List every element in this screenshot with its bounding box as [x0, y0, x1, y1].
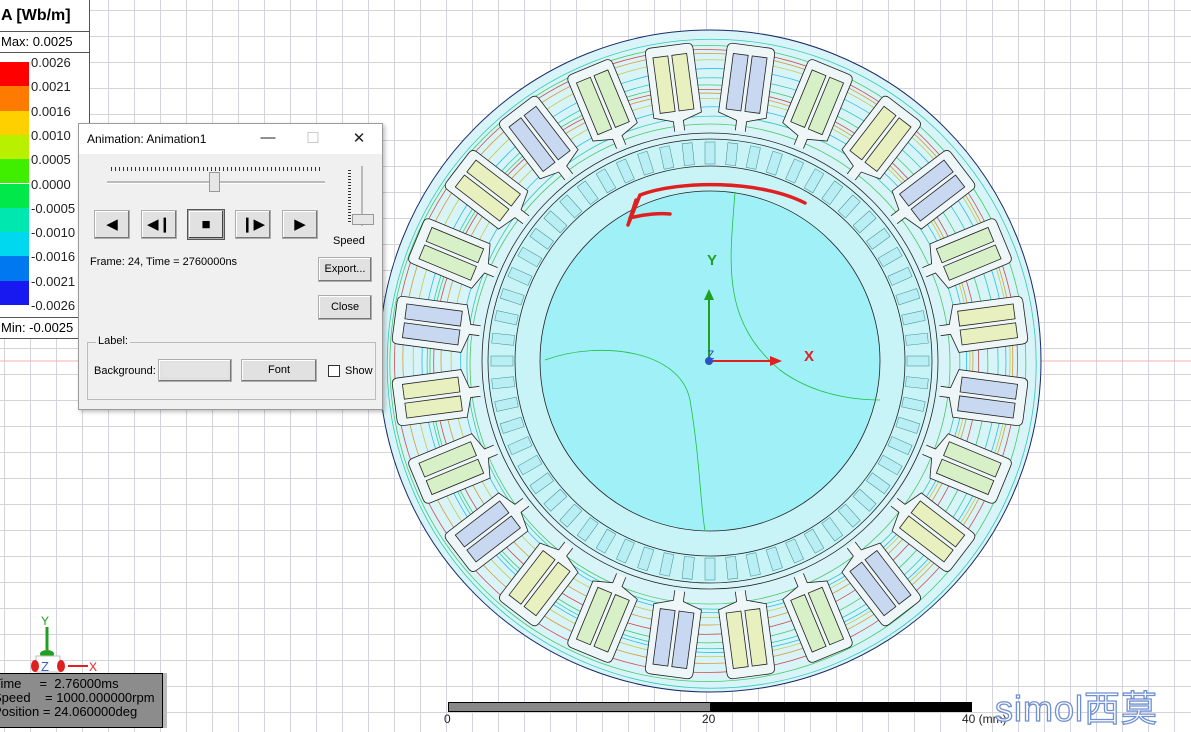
close-window-button[interactable]: ✕ [346, 129, 372, 149]
maximize-button[interactable]: ☐ [300, 129, 326, 149]
legend-min: Min: -0.0025 [0, 317, 89, 338]
frame-slider[interactable] [107, 164, 325, 194]
legend-swatch [0, 86, 29, 111]
font-button[interactable]: Font [241, 359, 317, 382]
speed-slider[interactable] [346, 166, 376, 228]
simol-logo: simol西莫 [994, 687, 1159, 729]
scale-label-0: 0 [444, 712, 451, 726]
legend-level: 0.0021 [31, 79, 71, 95]
export-button[interactable]: Export... [318, 257, 372, 282]
rotor-magnet-segment [681, 142, 695, 166]
close-button[interactable]: Close [318, 295, 372, 320]
rotor-magnet-segment [704, 557, 716, 581]
legend-swatch [0, 62, 29, 87]
legend-swatch [0, 110, 29, 135]
step-back-button[interactable]: ◀❙ [141, 210, 177, 239]
legend-level: -0.0005 [31, 200, 76, 216]
label-group: Label: Background: Font Show [87, 335, 376, 400]
legend-level: -0.0026 [31, 298, 76, 313]
legend-swatch [0, 134, 29, 160]
legend-swatch [0, 280, 29, 305]
rotor-magnet-segment [905, 332, 929, 346]
play-forward-button[interactable]: ▶ [282, 210, 318, 239]
stop-button[interactable]: ■ [188, 210, 224, 239]
rotor-magnet-segment [704, 141, 716, 165]
legend-swatch [0, 232, 29, 257]
speed-label: Speed [333, 235, 365, 247]
legend-level: -0.0010 [31, 225, 76, 241]
rotor-magnet-segment [490, 355, 514, 367]
triad-x-label: X [89, 660, 97, 674]
show-label: Show [345, 365, 373, 377]
legend-level: 0.0005 [31, 152, 71, 168]
animation-dialog: Animation: Animation1 — ☐ ✕ ◀ ◀❙ ■ ❙▶ ▶ Spee… [78, 123, 383, 410]
triad-y-label: Y [41, 614, 49, 628]
scale-label-20: 20 [702, 712, 716, 726]
x-axis-label: X [804, 348, 814, 365]
animation-info-panel: Time = 2.76000ms Speed = 1000.000000rpm Po… [0, 673, 163, 728]
rotor-magnet-segment [725, 142, 739, 166]
position-readout: Position = 24.060000deg [0, 704, 138, 719]
time-readout: Time = 2.76000ms [0, 676, 119, 691]
minimize-button[interactable]: — [255, 129, 281, 149]
legend-level: 0.0000 [31, 176, 71, 192]
scale-bar [448, 702, 972, 712]
rotor-magnet-segment [905, 376, 929, 390]
label-group-title: Label: [96, 335, 130, 347]
legend-swatch [0, 256, 29, 281]
z-axis-label: Z [707, 348, 714, 362]
show-checkbox[interactable] [328, 365, 340, 377]
frame-time-readout: Frame: 24, Time = 2760000ns [90, 256, 238, 268]
speed-slider-thumb[interactable] [352, 214, 374, 225]
legend-swatch [0, 183, 29, 208]
frame-slider-thumb[interactable] [209, 172, 221, 192]
background-color-button[interactable] [158, 359, 232, 382]
legend-level: 0.0010 [31, 127, 71, 143]
legend-level: -0.0016 [31, 249, 76, 265]
triad-z-label: Z [41, 659, 49, 674]
speed-readout: Speed = 1000.000000rpm [0, 690, 155, 705]
rotor-magnet-segment [491, 332, 515, 346]
dialog-titlebar[interactable]: Animation: Animation1 — ☐ ✕ [79, 124, 382, 154]
step-forward-button[interactable]: ❙▶ [235, 210, 271, 239]
rotor-magnet-segment [906, 355, 930, 367]
y-axis-label: Y [707, 252, 717, 269]
rotor-magnet-segment [491, 376, 515, 390]
legend-level: -0.0021 [31, 273, 76, 289]
rotor-magnet-segment [681, 556, 695, 580]
legend-level: 0.0016 [31, 103, 71, 119]
legend-level: 0.0026 [31, 55, 71, 70]
legend-max: Max: 0.0025 [0, 32, 89, 53]
view-orientation-triad[interactable]: Y Z X [31, 614, 97, 674]
color-legend: A [Wb/m] Max: 0.0025 0.0026 0.0021 0.0016 0… [0, 0, 90, 339]
legend-title: A [Wb/m] [0, 0, 89, 32]
dialog-title: Animation: Animation1 [87, 132, 207, 146]
legend-swatch [0, 159, 29, 184]
play-reverse-button[interactable]: ◀ [94, 210, 130, 239]
rotor-magnet-segment [725, 556, 739, 580]
legend-swatch [0, 207, 29, 233]
background-label: Background: [94, 365, 156, 377]
